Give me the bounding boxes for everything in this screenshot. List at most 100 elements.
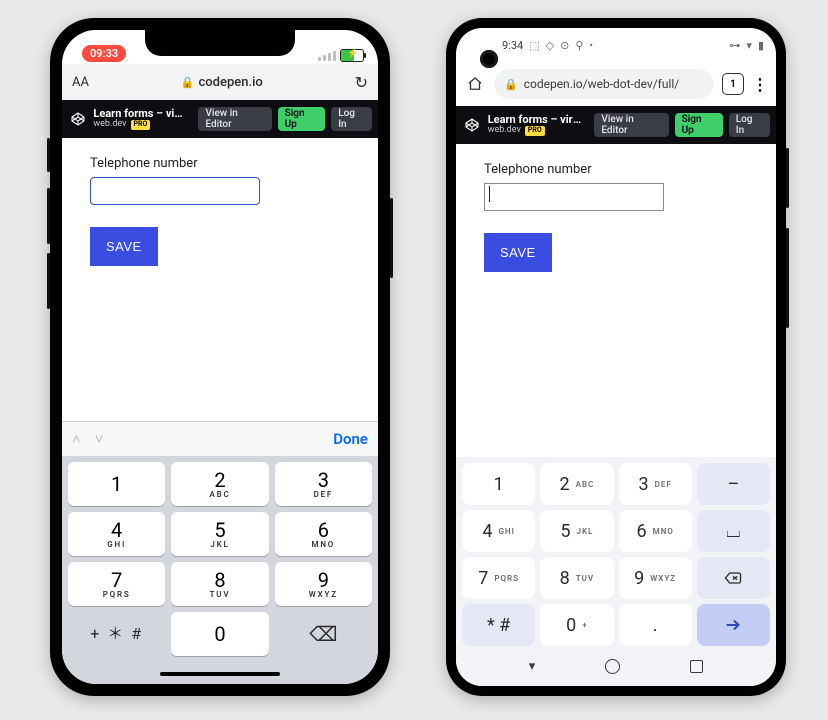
key-7[interactable]: 7PQRS xyxy=(68,562,165,606)
key-1[interactable]: 1 xyxy=(462,463,535,505)
sign-up-button[interactable]: Sign Up xyxy=(675,113,723,137)
key-2[interactable]: 2ABC xyxy=(540,463,613,505)
android-volume-rocker xyxy=(786,228,789,328)
key-7[interactable]: 7PQRS xyxy=(462,557,535,599)
telephone-label: Telephone number xyxy=(484,162,748,177)
lock-icon: 🔒 xyxy=(504,78,518,91)
safari-toolbar: AA 🔒 codepen.io ↻ xyxy=(62,64,378,100)
key-5[interactable]: 5JKL xyxy=(171,512,268,556)
reader-aa-button[interactable]: AA xyxy=(72,75,89,90)
codepen-header-ios: Learn forms – virt… web.devPRO View in E… xyxy=(62,100,378,138)
key-3[interactable]: 3DEF xyxy=(275,462,372,506)
iphone-mute-switch xyxy=(47,138,50,172)
iphone-notch xyxy=(145,30,295,56)
keyboard-done-button[interactable]: Done xyxy=(333,430,368,448)
key-0[interactable]: 0 xyxy=(171,612,268,656)
key-6[interactable]: 6MNO xyxy=(275,512,372,556)
android-power-button xyxy=(786,148,789,208)
android-device-frame: 9:34 ⬚ ◇ ⊙ ⚲ • ⊶ ▾ ▮ 🔒 xyxy=(446,18,786,696)
battery-icon: ⚡ xyxy=(340,49,364,62)
status-icon: ⊙ xyxy=(560,39,569,52)
view-in-editor-button[interactable]: View in Editor xyxy=(594,113,668,137)
log-in-button[interactable]: Log In xyxy=(331,107,372,131)
pen-author: web.dev xyxy=(488,126,521,136)
iphone-device-frame: 09:33 ⚡ AA 🔒 codepen.io ↻ Le xyxy=(50,18,390,696)
chrome-omnibox[interactable]: 🔒 codepen.io/web-dot-dev/full/ xyxy=(494,69,714,99)
wifi-icon: ▾ xyxy=(746,39,752,52)
keyboard-accessory-bar: ˄ ˅ Done xyxy=(62,421,378,456)
iphone-power-button xyxy=(390,198,393,278)
comparison-stage: 09:33 ⚡ AA 🔒 codepen.io ↻ Le xyxy=(0,0,828,720)
android-numeric-keyboard: 12ABC3DEF– 4GHI5JKL6MNO⌴ 7PQRS8TUV9WXYZ * #… xyxy=(456,457,776,686)
key-4[interactable]: 4GHI xyxy=(68,512,165,556)
view-in-editor-button[interactable]: View in Editor xyxy=(198,107,271,131)
codepen-logo-icon[interactable] xyxy=(68,109,87,129)
telephone-input[interactable] xyxy=(90,177,260,205)
android-status-bar: 9:34 ⬚ ◇ ⊙ ⚲ • ⊶ ▾ ▮ xyxy=(456,28,776,62)
battery-icon: ▮ xyxy=(758,39,764,52)
key-1[interactable]: 1 xyxy=(68,462,165,506)
android-screen: 9:34 ⬚ ◇ ⊙ ⚲ • ⊶ ▾ ▮ 🔒 xyxy=(456,28,776,686)
symbol-key[interactable]: ⌴ xyxy=(697,510,770,552)
key-3[interactable]: 3DEF xyxy=(619,463,692,505)
sign-up-button[interactable]: Sign Up xyxy=(278,107,326,131)
enter-key[interactable] xyxy=(697,604,770,646)
key-6[interactable]: 6MNO xyxy=(619,510,692,552)
key-9[interactable]: 9WXYZ xyxy=(619,557,692,599)
iphone-volume-up xyxy=(47,188,50,244)
prev-field-icon[interactable]: ˄ xyxy=(72,430,81,448)
iphone-screen: 09:33 ⚡ AA 🔒 codepen.io ↻ Le xyxy=(62,30,378,684)
nav-recents-icon[interactable] xyxy=(690,660,703,673)
save-button[interactable]: SAVE xyxy=(484,233,552,272)
text-caret xyxy=(489,186,490,202)
save-button[interactable]: SAVE xyxy=(90,227,158,266)
safari-address[interactable]: 🔒 codepen.io xyxy=(181,75,263,90)
page-content-ios: Telephone number SAVE xyxy=(62,138,378,421)
pixel-camera-cutout xyxy=(480,50,498,68)
keyboard-hide-icon[interactable]: ▾ xyxy=(529,659,536,674)
symbol-key[interactable]: – xyxy=(697,463,770,505)
pro-badge: PRO xyxy=(131,120,151,130)
status-icon: ⬚ xyxy=(529,39,539,52)
backspace-key[interactable]: ⌫ xyxy=(275,612,372,656)
android-nav-bar: ▾ xyxy=(462,646,770,686)
nav-home-icon[interactable] xyxy=(605,659,620,674)
key-* #[interactable]: * # xyxy=(462,604,535,646)
chrome-home-icon[interactable] xyxy=(464,73,486,95)
key-0[interactable]: 0+ xyxy=(540,604,613,646)
tab-switcher-icon[interactable]: 1 xyxy=(722,73,744,95)
iphone-volume-down xyxy=(47,253,50,309)
status-icon: ◇ xyxy=(546,39,554,52)
cellular-signal-icon xyxy=(318,51,336,61)
refresh-icon[interactable]: ↻ xyxy=(355,73,368,92)
telephone-label: Telephone number xyxy=(90,156,350,171)
chrome-toolbar: 🔒 codepen.io/web-dot-dev/full/ 1 ⋮ xyxy=(456,62,776,106)
next-field-icon[interactable]: ˅ xyxy=(95,430,104,448)
lock-icon: 🔒 xyxy=(181,76,195,89)
codepen-header-android: Learn forms – virt… web.devPRO View in E… xyxy=(456,106,776,144)
key-2[interactable]: 2ABC xyxy=(171,462,268,506)
location-icon: ⚲ xyxy=(575,39,583,52)
log-in-button[interactable]: Log In xyxy=(729,113,770,137)
key-8[interactable]: 8TUV xyxy=(171,562,268,606)
symbols-key[interactable]: + ＊ # xyxy=(68,612,165,656)
key-9[interactable]: 9WXYZ xyxy=(275,562,372,606)
android-clock: 9:34 xyxy=(502,39,523,52)
key-5[interactable]: 5JKL xyxy=(540,510,613,552)
page-content-android: Telephone number SAVE xyxy=(456,144,776,457)
pen-author: web.dev xyxy=(93,120,126,130)
ios-recording-time-pill: 09:33 xyxy=(82,45,126,62)
telephone-input[interactable] xyxy=(484,183,664,211)
key-4[interactable]: 4GHI xyxy=(462,510,535,552)
key-.[interactable]: . xyxy=(619,604,692,646)
codepen-logo-icon[interactable] xyxy=(462,115,482,135)
backspace-key[interactable] xyxy=(697,557,770,599)
vpn-key-icon: ⊶ xyxy=(729,39,740,52)
ios-numeric-keyboard: ˄ ˅ Done 12ABC3DEF 4GHI5JKL6MNO 7PQRS8TUV9… xyxy=(62,421,378,684)
safari-host: codepen.io xyxy=(199,75,263,90)
key-8[interactable]: 8TUV xyxy=(540,557,613,599)
pro-badge: PRO xyxy=(525,126,545,136)
chrome-url: codepen.io/web-dot-dev/full/ xyxy=(524,77,680,91)
home-indicator[interactable] xyxy=(62,664,378,684)
chrome-menu-icon[interactable]: ⋮ xyxy=(752,75,768,94)
